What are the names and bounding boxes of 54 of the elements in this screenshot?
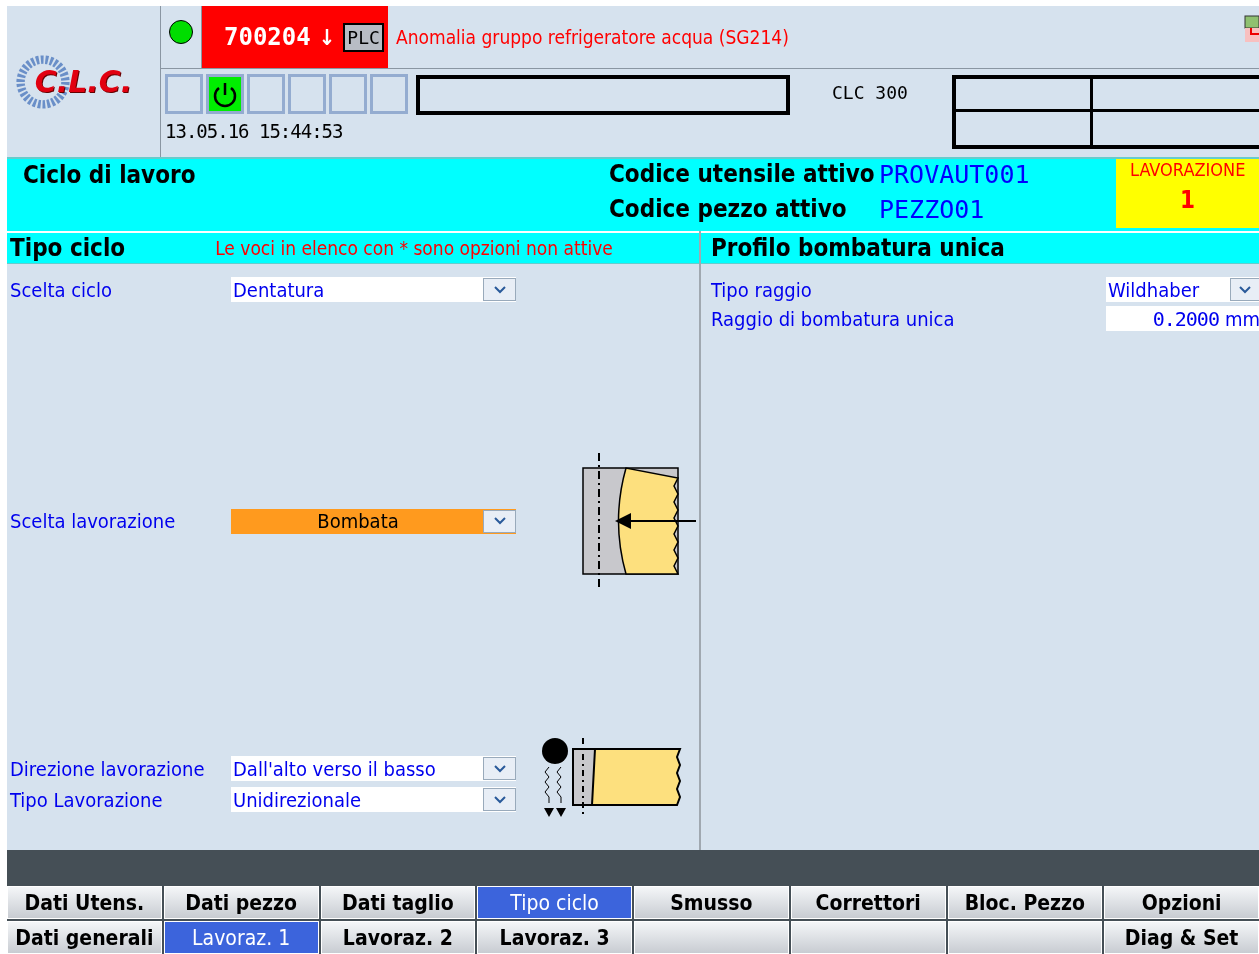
- dropdown-field[interactable]: Bombata: [231, 509, 516, 534]
- dropdown-field[interactable]: Wildhaber: [1106, 277, 1259, 303]
- dropdown-field[interactable]: Unidirezionale: [231, 787, 516, 813]
- status-value: 1: [1180, 185, 1195, 214]
- softkey[interactable]: Opzioni: [1104, 886, 1259, 919]
- number-field[interactable]: 0.2000: [1106, 307, 1219, 331]
- section-title: Tipo ciclo: [10, 234, 126, 263]
- alarm-message: Anomalia gruppo refrigeratore acqua (SG214): [396, 26, 790, 48]
- logo-text: C.L.C.: [34, 63, 133, 99]
- field-label: Scelta ciclo: [10, 278, 113, 302]
- mode-slot[interactable]: [206, 74, 244, 114]
- softkey[interactable]: Diag & Set: [1104, 921, 1259, 954]
- status-label: LAVORAZIONE: [1129, 158, 1247, 180]
- dropdown-value: Dentatura: [232, 278, 326, 302]
- softkey[interactable]: Lavoraz. 1: [163, 921, 319, 954]
- field-label: Scelta lavorazione: [10, 509, 177, 534]
- softkey[interactable]: Dati taglio: [320, 886, 476, 919]
- code-value: PEZZO01: [879, 194, 986, 224]
- softkey[interactable]: Lavoraz. 2: [320, 921, 476, 954]
- softkey[interactable]: Lavoraz. 3: [477, 921, 632, 954]
- dropdown-value: Wildhaber: [1107, 278, 1201, 302]
- softkey[interactable]: Tipo ciclo: [477, 886, 632, 919]
- alarm-number: 700204: [224, 23, 311, 51]
- section-title: Profilo bombatura unica: [711, 234, 1005, 263]
- network-icon: [1243, 14, 1259, 44]
- screen-title: Ciclo di lavoro: [22, 159, 197, 191]
- note-text: Le voci in elenco con * sono opzioni non attive: [215, 237, 613, 260]
- dropdown-field[interactable]: Dall'alto verso il basso: [231, 756, 516, 782]
- date-time: 13.05.16 15:44:53: [165, 120, 344, 142]
- softkey[interactable]: Dati generali: [7, 921, 162, 954]
- field-label: Tipo Lavorazione: [10, 788, 164, 812]
- status-lamp-icon: [169, 20, 193, 44]
- softkey[interactable]: Bloc. Pezzo: [947, 886, 1103, 919]
- softkey[interactable]: [634, 921, 789, 954]
- softkey[interactable]: Dati pezzo: [163, 886, 319, 919]
- unit-label: mm: [1224, 307, 1259, 331]
- dropdown-value: Bombata: [316, 509, 400, 534]
- code-value: PROVAUT001: [879, 159, 1031, 189]
- alarm-arrow: ↓: [318, 24, 336, 50]
- softkey[interactable]: Smusso: [634, 886, 789, 919]
- field-label: Direzione lavorazione: [10, 757, 206, 781]
- field-label: Tipo raggio: [711, 278, 813, 302]
- code-label: Codice pezzo attivo: [609, 194, 848, 224]
- code-label: Codice utensile attivo: [609, 159, 876, 189]
- plc-badge: PLC: [343, 22, 384, 52]
- softkey[interactable]: [790, 921, 946, 954]
- softkey[interactable]: Dati Utens.: [7, 886, 162, 919]
- dropdown-field[interactable]: Dentatura: [231, 277, 516, 303]
- softkey[interactable]: Correttori: [790, 886, 946, 919]
- softkey[interactable]: [947, 921, 1103, 954]
- field-label: Raggio di bombatura unica: [711, 307, 956, 331]
- dropdown-value: Unidirezionale: [232, 788, 362, 812]
- dropdown-value: Dall'alto verso il basso: [232, 757, 437, 781]
- machine-name: CLC 300: [832, 82, 909, 103]
